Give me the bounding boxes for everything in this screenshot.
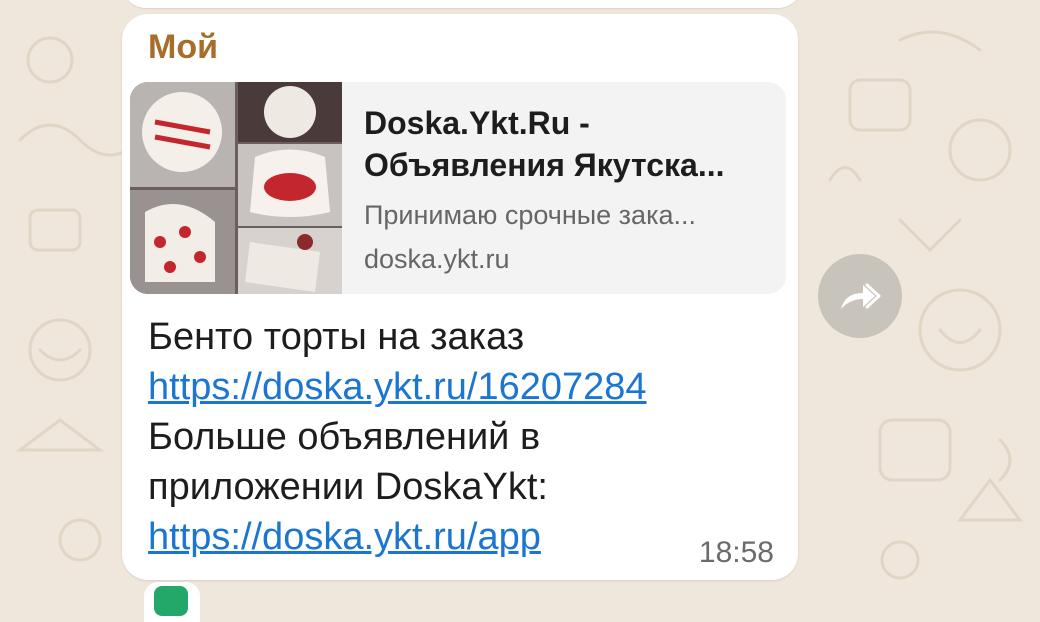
sender-name[interactable]: Мой: [148, 28, 218, 67]
link-preview-title-line1: Doska.Ykt.Ru -: [364, 105, 590, 141]
message-bubble[interactable]: Мой Doska.Ykt.Ru - Объявления Якутска...…: [122, 14, 798, 580]
link-preview-thumbnail: [130, 82, 342, 294]
link-preview-card[interactable]: Doska.Ykt.Ru - Объявления Якутска... При…: [130, 82, 786, 294]
check-icon: [154, 586, 188, 616]
forward-button[interactable]: [818, 254, 902, 338]
forward-icon: [841, 283, 881, 309]
link-preview-title-line2: Объявления Якутска...: [364, 147, 725, 183]
next-message-bubble: [144, 582, 200, 622]
message-line: Больше объявлений в: [148, 416, 541, 458]
previous-message-bubble: [122, 0, 802, 8]
link-preview-description: Принимаю срочные зака...: [364, 200, 696, 230]
message-line: приложении DoskaYkt:: [148, 466, 548, 508]
message-text: Бенто торты на заказ https://doska.ykt.r…: [148, 312, 788, 562]
link-preview-domain: doska.ykt.ru: [364, 244, 510, 274]
message-link[interactable]: https://doska.ykt.ru/16207284: [148, 366, 647, 408]
message-line: Бенто торты на заказ: [148, 316, 525, 358]
message-time: 18:58: [698, 536, 774, 569]
link-preview-title[interactable]: Doska.Ykt.Ru - Объявления Якутска...: [364, 102, 774, 186]
message-link[interactable]: https://doska.ykt.ru/app: [148, 516, 541, 558]
